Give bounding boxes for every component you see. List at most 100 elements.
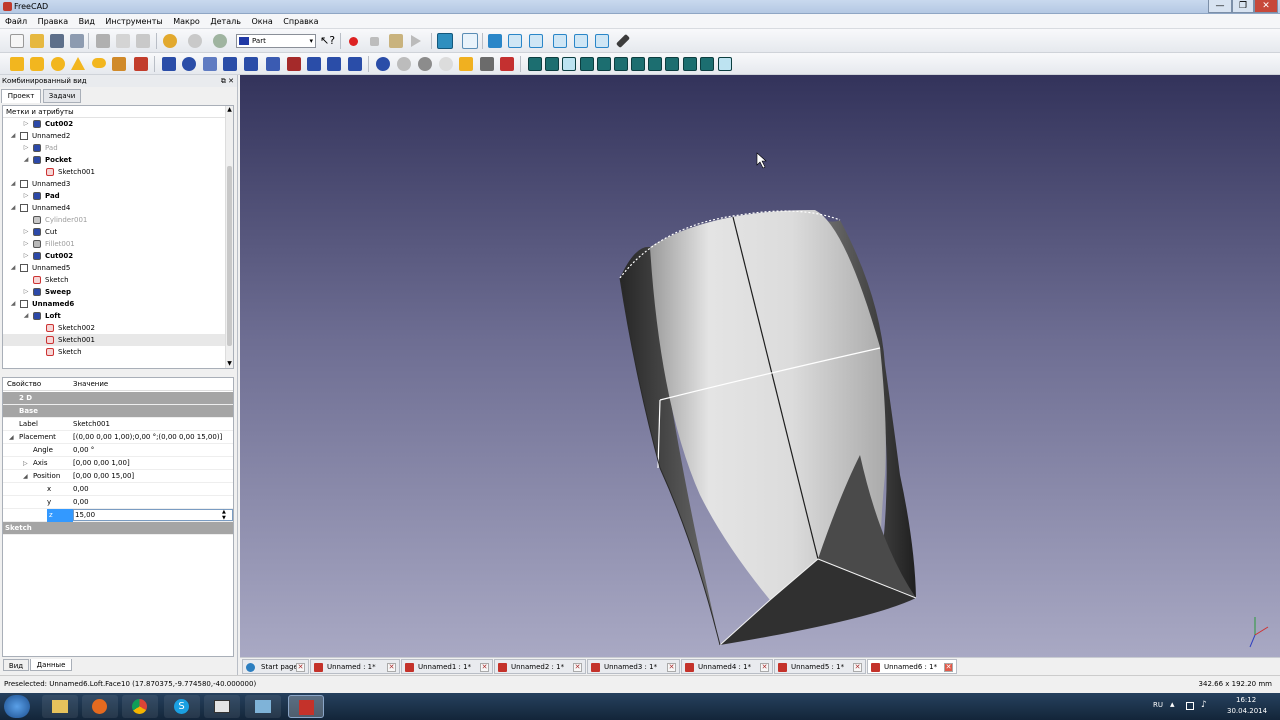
skype-taskbar-icon[interactable]: S: [164, 695, 200, 718]
constraint-tangent-icon[interactable]: [648, 57, 662, 71]
primitives-icon[interactable]: [112, 57, 126, 71]
menu-view[interactable]: Вид: [79, 14, 95, 29]
tab-view[interactable]: Вид: [3, 659, 29, 671]
property-row[interactable]: x 0,00: [3, 483, 233, 496]
fit-all-icon[interactable]: [437, 33, 453, 49]
save-as-icon[interactable]: [70, 34, 84, 48]
redo-icon[interactable]: [188, 34, 202, 48]
fillet-icon[interactable]: [223, 57, 237, 71]
tab-project[interactable]: Проект: [1, 89, 41, 103]
tree-item[interactable]: ◢ Unnamed4: [3, 202, 225, 214]
expand-arrow-icon[interactable]: ▷: [22, 238, 30, 250]
cut-icon[interactable]: [96, 34, 110, 48]
menu-edit[interactable]: Правка: [38, 14, 68, 29]
freecad-taskbar-icon[interactable]: [288, 695, 324, 718]
macro-stop-icon[interactable]: [370, 37, 379, 46]
volume-icon[interactable]: ♪: [1201, 700, 1207, 710]
expand-arrow-icon[interactable]: ▷: [22, 226, 30, 238]
z-value-input[interactable]: 15,00: [73, 509, 233, 521]
close-tab-icon[interactable]: ✕: [387, 663, 396, 672]
tree-item[interactable]: Sketch002: [3, 322, 225, 334]
tree-item[interactable]: ▷ Cut: [3, 226, 225, 238]
property-group[interactable]: Sketch: [3, 522, 233, 535]
document-tab[interactable]: Unnamed1 : 1* ✕: [401, 659, 493, 674]
loft-icon[interactable]: [287, 57, 301, 71]
property-value[interactable]: 0,00 °: [73, 444, 94, 457]
minimize-button[interactable]: —: [1208, 0, 1232, 13]
menu-windows[interactable]: Окна: [251, 14, 272, 29]
chrome-taskbar-icon[interactable]: [122, 695, 158, 718]
view-rear-icon[interactable]: [574, 34, 588, 48]
tree-item[interactable]: ▷ Pad: [3, 190, 225, 202]
tree-item[interactable]: ▷ Pad: [3, 142, 225, 154]
menu-macro[interactable]: Макро: [173, 14, 200, 29]
view-iso-icon[interactable]: [488, 34, 502, 48]
expand-arrow-icon[interactable]: ▷: [22, 190, 30, 202]
close-button[interactable]: ✕: [1254, 0, 1278, 13]
tree-item[interactable]: Cylinder001: [3, 214, 225, 226]
cone-icon[interactable]: [71, 57, 85, 70]
view-right-icon[interactable]: [553, 34, 567, 48]
ruled-surface-icon[interactable]: [266, 57, 280, 71]
collapse-arrow-icon[interactable]: ◢: [9, 130, 17, 142]
collapse-arrow-icon[interactable]: ◢: [9, 262, 17, 274]
constraint-perpendicular-icon[interactable]: [631, 57, 645, 71]
shape-builder-icon[interactable]: [134, 57, 148, 71]
collapse-arrow-icon[interactable]: ◢: [9, 178, 17, 190]
document-tab[interactable]: Unnamed4 : 1* ✕: [681, 659, 773, 674]
constraint-lock-icon[interactable]: [528, 57, 542, 71]
property-value[interactable]: 0,00: [73, 483, 89, 496]
compound-icon[interactable]: [500, 57, 514, 71]
mirror-icon[interactable]: [203, 57, 217, 71]
menu-part[interactable]: Деталь: [210, 14, 241, 29]
close-tab-icon[interactable]: ✕: [296, 663, 305, 672]
constraint-equal-icon[interactable]: [665, 57, 679, 71]
property-row[interactable]: y 0,00: [3, 496, 233, 509]
view-top-icon[interactable]: [529, 34, 543, 48]
tree-item[interactable]: Sketch: [3, 346, 225, 358]
document-tab[interactable]: Unnamed2 : 1* ✕: [494, 659, 586, 674]
tab-data[interactable]: Данные: [30, 659, 72, 671]
boolean-union-icon[interactable]: [418, 57, 432, 71]
expand-arrow-icon[interactable]: ▷: [22, 286, 30, 298]
close-tab-icon[interactable]: ✕: [667, 663, 676, 672]
boolean-common-icon[interactable]: [439, 57, 453, 71]
macro-edit-icon[interactable]: [389, 34, 403, 48]
property-row[interactable]: ◢ Position [0,00 0,00 15,00]: [3, 470, 233, 483]
collapse-arrow-icon[interactable]: ◢: [9, 202, 17, 214]
revolve-icon[interactable]: [182, 57, 196, 71]
property-row[interactable]: ◢ Placement [(0,00 0,00 1,00);0,00 °;(0,00…: [3, 431, 233, 444]
explorer-taskbar-icon[interactable]: [42, 695, 78, 718]
fit-selection-icon[interactable]: [462, 33, 478, 49]
boolean-icon[interactable]: [376, 57, 390, 71]
property-row[interactable]: z 15,00 ▲ ▼: [3, 509, 233, 522]
collapse-arrow-icon[interactable]: ◢: [9, 431, 14, 444]
menu-help[interactable]: Справка: [283, 14, 318, 29]
constraint-symmetric-icon[interactable]: [683, 57, 697, 71]
maximize-button[interactable]: ❐: [1232, 0, 1254, 13]
tree-item[interactable]: ▷ Cut002: [3, 118, 225, 130]
view-bottom-icon[interactable]: [595, 34, 609, 48]
tree-item[interactable]: ◢ Unnamed3: [3, 178, 225, 190]
tree-item[interactable]: ◢ Loft: [3, 310, 225, 322]
collapse-arrow-icon[interactable]: ◢: [9, 298, 17, 310]
property-row[interactable]: Angle 0,00 °: [3, 444, 233, 457]
property-group[interactable]: 2 D: [3, 392, 233, 405]
cylinder-icon[interactable]: [30, 57, 44, 71]
torus-icon[interactable]: [92, 58, 106, 68]
expand-arrow-icon[interactable]: ▷: [22, 142, 30, 154]
tab-tasks[interactable]: Задачи: [43, 89, 81, 103]
tree-item[interactable]: Sketch001: [3, 334, 225, 346]
property-value[interactable]: [0,00 0,00 15,00]: [73, 470, 134, 483]
save-icon[interactable]: [50, 34, 64, 48]
network-icon[interactable]: [1186, 702, 1194, 710]
tree-item[interactable]: ▷ Fillet001: [3, 238, 225, 250]
property-value[interactable]: 0,00: [73, 496, 89, 509]
loft-3d-model[interactable]: [240, 75, 1280, 658]
close-tab-icon[interactable]: ✕: [760, 663, 769, 672]
tree-scrollbar[interactable]: ▲ ▼: [225, 106, 233, 368]
whats-this-icon[interactable]: ↖?: [320, 34, 335, 48]
document-tab[interactable]: Unnamed : 1* ✕: [310, 659, 400, 674]
close-tab-icon[interactable]: ✕: [480, 663, 489, 672]
document-tab[interactable]: Unnamed5 : 1* ✕: [774, 659, 866, 674]
